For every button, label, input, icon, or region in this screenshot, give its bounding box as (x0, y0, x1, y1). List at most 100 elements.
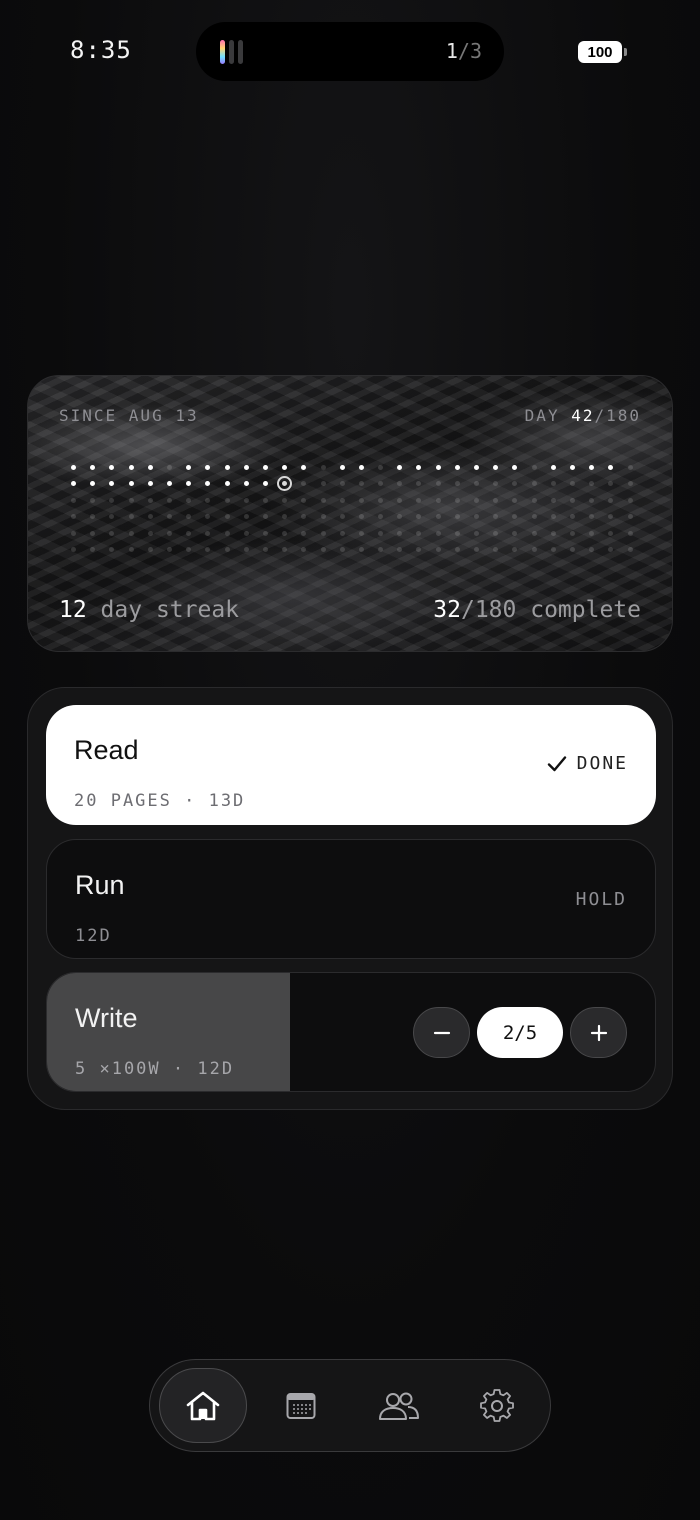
day-dot (474, 481, 480, 487)
day-dot (454, 464, 460, 470)
day-dot (320, 497, 326, 503)
day-dot (474, 514, 480, 520)
day-dot (167, 530, 173, 536)
day-dot (282, 514, 288, 520)
day-dot (454, 530, 460, 536)
day-dot (186, 547, 192, 553)
day-dot (147, 547, 153, 553)
day-dot (358, 481, 364, 487)
tab-settings[interactable] (453, 1368, 541, 1443)
day-dot (186, 497, 192, 503)
day-dot (416, 514, 422, 520)
day-dot (531, 497, 537, 503)
day-dot (320, 464, 326, 470)
day-dot (224, 464, 230, 470)
day-dot (493, 514, 499, 520)
day-dot (531, 514, 537, 520)
day-dot (358, 530, 364, 536)
day-dot (435, 530, 441, 536)
day-dot (128, 497, 134, 503)
day-dot (167, 464, 173, 470)
day-dot (512, 464, 518, 470)
day-dot (339, 514, 345, 520)
activity-bars-icon (220, 40, 243, 64)
day-dot (109, 497, 115, 503)
day-dot (531, 481, 537, 487)
day-dot (397, 464, 403, 470)
day-dot (474, 497, 480, 503)
day-dot (224, 514, 230, 520)
day-dot (378, 547, 384, 553)
day-dot (262, 530, 268, 536)
tab-calendar[interactable] (257, 1368, 345, 1443)
day-dot (205, 530, 211, 536)
day-dot (531, 530, 537, 536)
minus-icon (433, 1031, 450, 1034)
day-dot (167, 547, 173, 553)
habit-status-done[interactable]: DONE (547, 753, 628, 774)
day-dot (205, 514, 211, 520)
day-dot (493, 530, 499, 536)
day-dot (339, 497, 345, 503)
day-dot (90, 530, 96, 536)
habit-card-run[interactable]: Run 12D HOLD (46, 839, 656, 959)
day-dot-grid (64, 459, 640, 569)
day-dot (512, 547, 518, 553)
plus-icon (590, 1024, 607, 1041)
day-dot (378, 464, 384, 470)
day-dot (435, 514, 441, 520)
day-dot (147, 497, 153, 503)
day-dot (454, 497, 460, 503)
day-dot (186, 514, 192, 520)
day-dot (550, 464, 556, 470)
day-dot (454, 547, 460, 553)
day-dot (167, 514, 173, 520)
dynamic-island[interactable]: 1/3 (196, 22, 504, 81)
tab-friends[interactable] (355, 1368, 443, 1443)
day-dot (71, 547, 77, 553)
day-dot (550, 514, 556, 520)
day-dot (378, 514, 384, 520)
day-dot (416, 464, 422, 470)
challenge-progress-card[interactable]: SINCE AUG 13 DAY 42/180 12 day streak 32… (27, 375, 673, 652)
day-dot (282, 497, 288, 503)
day-dot (186, 464, 192, 470)
habit-card-read[interactable]: Read 20 PAGES · 13D DONE (46, 705, 656, 825)
day-dot (147, 481, 153, 487)
day-dot (397, 530, 403, 536)
day-dot (569, 514, 575, 520)
day-dot (109, 481, 115, 487)
day-dot (71, 497, 77, 503)
increment-button[interactable] (570, 1007, 627, 1058)
day-dot (454, 481, 460, 487)
home-icon (186, 1391, 220, 1420)
day-dot (627, 497, 633, 503)
day-dot (301, 481, 307, 487)
since-date-label: SINCE AUG 13 (59, 406, 199, 425)
day-dot (71, 514, 77, 520)
day-dot (493, 464, 499, 470)
day-dot (589, 464, 595, 470)
day-dot (608, 530, 614, 536)
day-dot (243, 530, 249, 536)
decrement-button[interactable] (413, 1007, 470, 1058)
day-dot (608, 497, 614, 503)
day-dot (282, 547, 288, 553)
day-dot (109, 530, 115, 536)
day-dot (608, 547, 614, 553)
tab-home[interactable] (159, 1368, 247, 1443)
day-dot (512, 530, 518, 536)
day-dot (627, 481, 633, 487)
day-dot (320, 481, 326, 487)
habit-meta: 20 PAGES · 13D (74, 791, 246, 811)
habit-status-hold[interactable]: HOLD (576, 889, 627, 910)
day-dot (550, 497, 556, 503)
day-dot (397, 514, 403, 520)
day-dot (224, 481, 230, 487)
day-dot (90, 514, 96, 520)
day-dot (569, 547, 575, 553)
day-dot (435, 547, 441, 553)
day-dot (205, 497, 211, 503)
habit-card-write[interactable]: Write 5 ×100W · 12D 2/5 (46, 972, 656, 1092)
day-dot (71, 464, 77, 470)
